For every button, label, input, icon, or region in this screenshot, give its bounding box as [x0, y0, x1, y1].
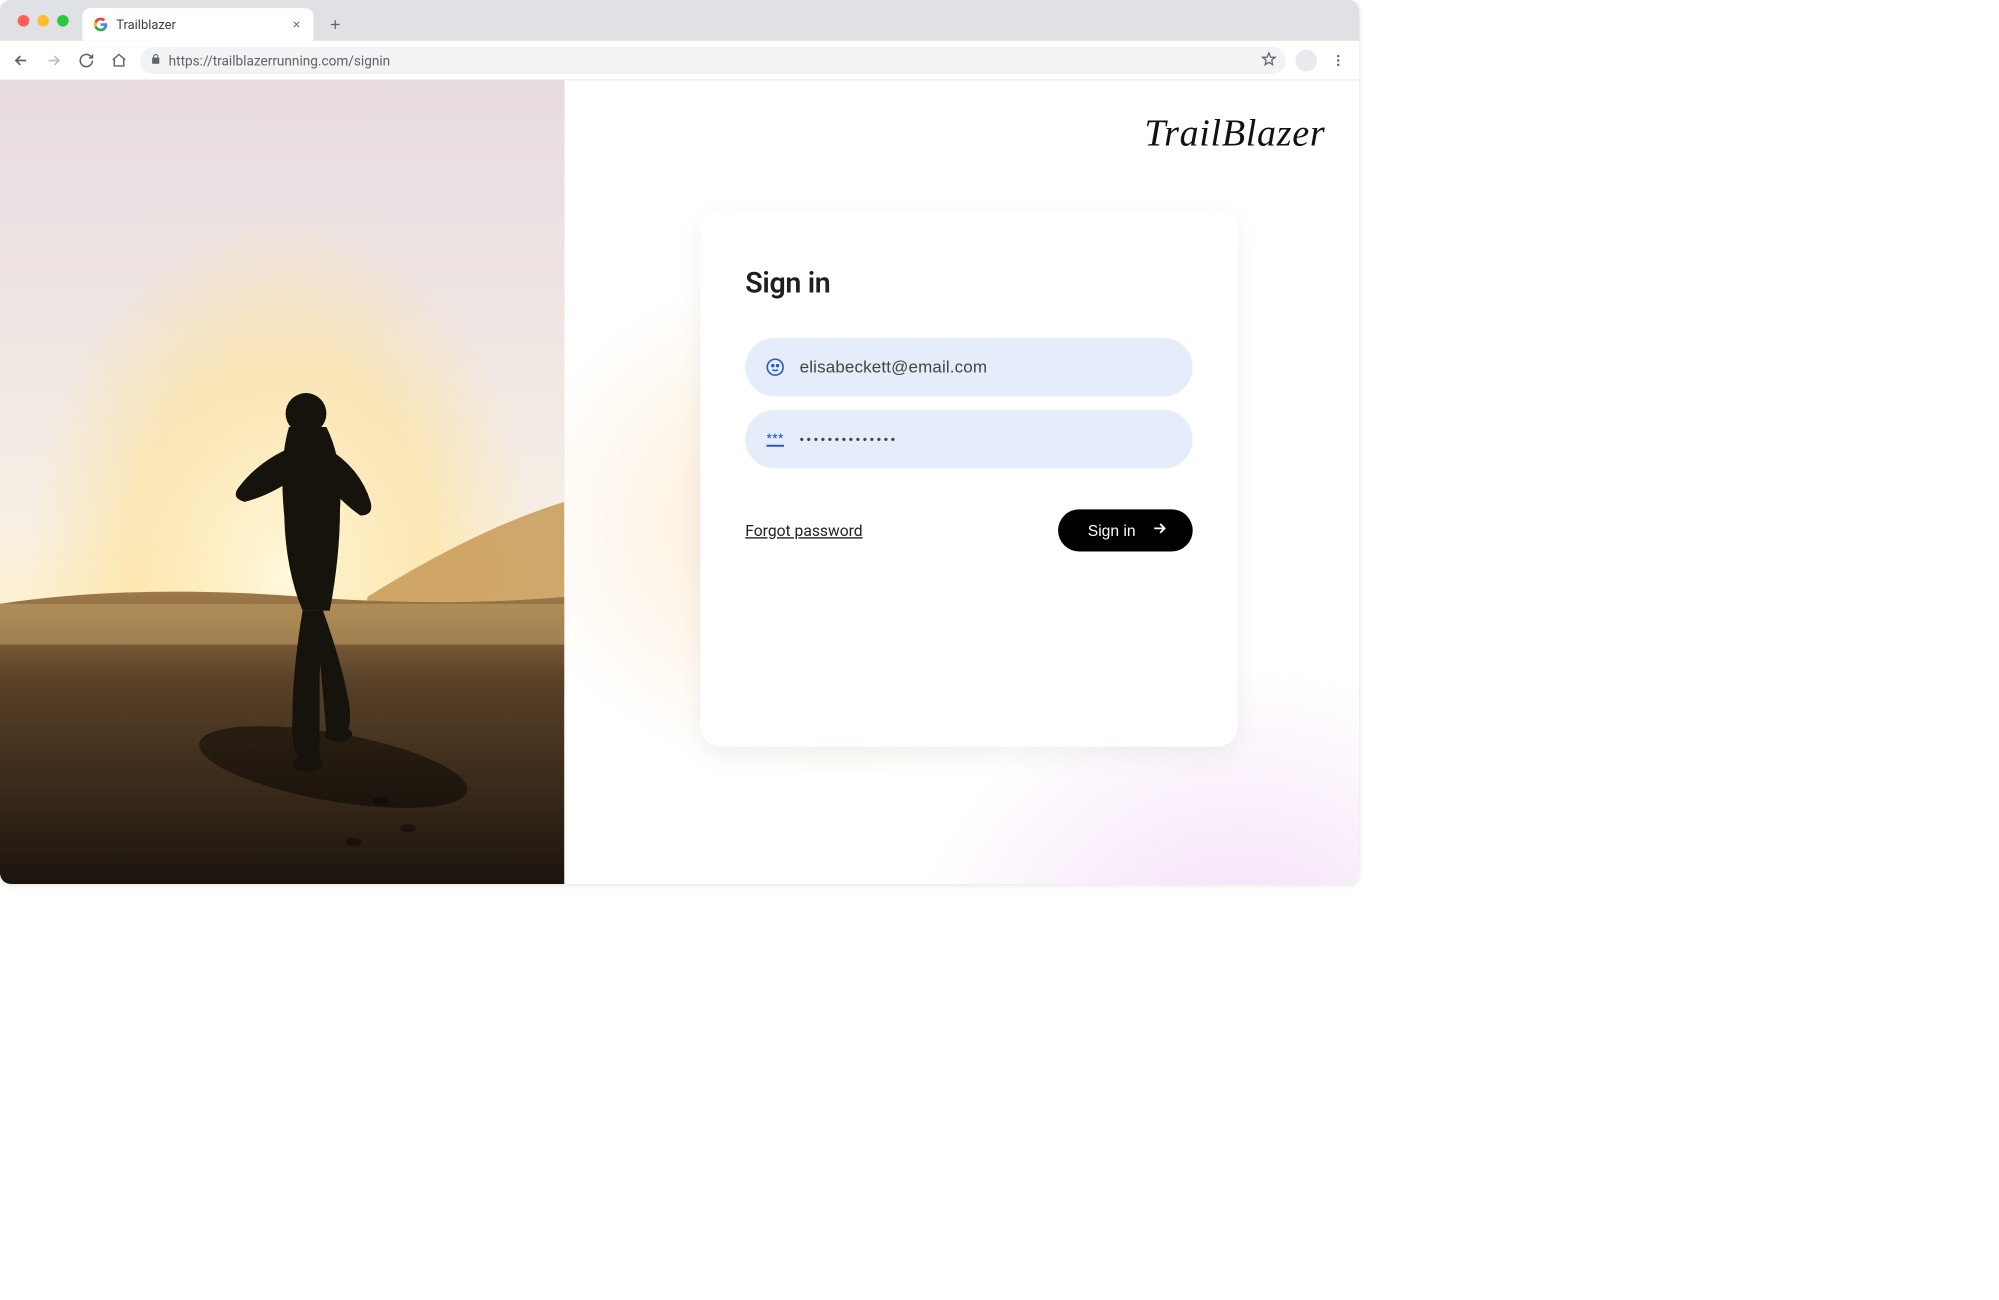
tab-title: Trailblazer: [116, 17, 282, 33]
forgot-password-link[interactable]: Forgot password: [745, 521, 862, 539]
window-minimize-button[interactable]: [37, 15, 49, 27]
brand-logo: TrailBlazer: [1144, 112, 1325, 156]
forward-button[interactable]: [42, 49, 65, 72]
user-icon: [766, 358, 785, 377]
email-input[interactable]: [800, 357, 1173, 377]
kebab-menu-button[interactable]: [1327, 49, 1350, 72]
password-icon: ***: [766, 430, 785, 449]
back-button[interactable]: [10, 49, 33, 72]
password-field-wrapper[interactable]: ***: [745, 410, 1192, 468]
signin-button[interactable]: Sign in: [1058, 509, 1193, 551]
favicon-icon: [93, 17, 108, 32]
window-controls: [10, 0, 83, 41]
signin-actions: Forgot password Sign in: [745, 509, 1192, 551]
tab-bar: Trailblazer: [0, 0, 1359, 41]
browser-tab[interactable]: Trailblazer: [82, 8, 313, 41]
signin-pane: TrailBlazer Sign in: [564, 80, 1359, 884]
password-input[interactable]: [800, 432, 1173, 446]
reload-button[interactable]: [75, 49, 98, 72]
window-close-button[interactable]: [18, 15, 30, 27]
profile-avatar[interactable]: [1295, 49, 1317, 71]
tab-close-button[interactable]: [290, 18, 302, 30]
url-text: https://trailblazerrunning.com/signin: [169, 52, 1255, 68]
browser-window: Trailblazer https://trailblazerrunning.c…: [0, 0, 1359, 884]
bookmark-star-icon[interactable]: [1261, 51, 1276, 69]
home-button[interactable]: [107, 49, 130, 72]
page-content: TrailBlazer Sign in: [0, 80, 1359, 884]
address-bar[interactable]: https://trailblazerrunning.com/signin: [140, 47, 1286, 74]
browser-toolbar: https://trailblazerrunning.com/signin: [0, 41, 1359, 80]
new-tab-button[interactable]: [322, 11, 349, 38]
hero-image: [0, 80, 564, 884]
lock-icon: [150, 53, 162, 68]
email-field-wrapper[interactable]: [745, 338, 1192, 396]
signin-card: Sign in ***: [700, 209, 1237, 746]
signin-heading: Sign in: [745, 267, 1192, 300]
signin-button-label: Sign in: [1088, 521, 1136, 539]
window-maximize-button[interactable]: [57, 15, 69, 27]
arrow-right-icon: [1151, 520, 1169, 542]
